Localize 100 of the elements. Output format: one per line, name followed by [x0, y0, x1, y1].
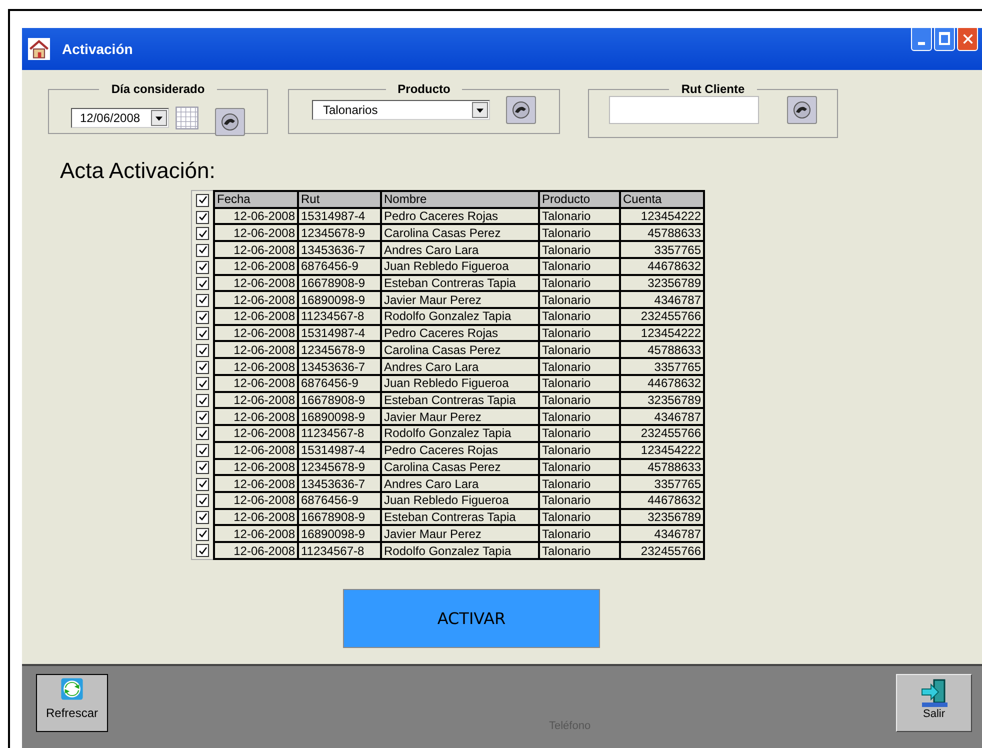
- table-cell: 13453636-7: [298, 241, 381, 258]
- table-cell: Talonario: [539, 224, 620, 242]
- calendar-icon[interactable]: [175, 106, 199, 130]
- table-cell: Talonario: [539, 542, 620, 560]
- checkbox[interactable]: [196, 478, 209, 491]
- table-cell: Carolina Casas Perez: [381, 341, 539, 358]
- table-cell: 16890098-9: [298, 408, 381, 426]
- table-cell: 45788633: [620, 224, 704, 242]
- table-cell: 11234567-8: [298, 542, 381, 560]
- refresh-icon: [60, 677, 84, 701]
- checkbox[interactable]: [196, 327, 209, 340]
- table-cell: 12-06-2008: [214, 241, 298, 258]
- column-header[interactable]: Fecha: [214, 191, 298, 208]
- table-cell: 232455766: [620, 308, 704, 325]
- table-cell: 12345678-9: [298, 341, 381, 358]
- checkbox[interactable]: [196, 410, 209, 424]
- table-cell: Talonario: [539, 341, 620, 358]
- minimize-button[interactable]: [911, 28, 932, 51]
- table-cell: Andres Caro Lara: [381, 358, 539, 375]
- column-header[interactable]: Cuenta: [620, 191, 704, 208]
- column-header[interactable]: Rut: [298, 191, 381, 208]
- table-cell: Talonario: [539, 308, 620, 325]
- table-cell: 3357765: [620, 241, 704, 258]
- section-heading: Acta Activación:: [60, 158, 216, 184]
- table-cell: 13453636-7: [298, 358, 381, 375]
- checkbox[interactable]: [196, 360, 209, 374]
- search-button[interactable]: [215, 108, 245, 136]
- group-label: Día considerado: [110, 82, 206, 96]
- table-cell: 12345678-9: [298, 224, 381, 242]
- check-mark-icon: [198, 396, 208, 406]
- check-mark-icon: [198, 228, 208, 239]
- checkbox[interactable]: [196, 227, 209, 240]
- table-cell: 16890098-9: [298, 525, 381, 542]
- table-cell: 12-06-2008: [214, 224, 298, 242]
- checkbox[interactable]: [196, 210, 209, 224]
- column-header[interactable]: Nombre: [381, 191, 539, 208]
- table-cell: Talonario: [539, 291, 620, 308]
- checkbox[interactable]: [196, 344, 209, 358]
- check-mark-icon: [198, 378, 208, 389]
- maximize-button[interactable]: [934, 28, 955, 51]
- checkbox[interactable]: [196, 460, 209, 474]
- table-cell: 3357765: [620, 358, 704, 375]
- check-mark-icon: [198, 446, 208, 456]
- table-cell: Talonario: [539, 425, 620, 442]
- house-icon: [28, 38, 50, 60]
- checkbox[interactable]: [196, 494, 209, 508]
- refresh-button[interactable]: Refrescar: [36, 674, 108, 732]
- checkbox[interactable]: [196, 510, 209, 524]
- table-cell: 4346787: [620, 525, 704, 542]
- activate-button[interactable]: ACTIVAR: [343, 589, 600, 648]
- table-cell: 45788633: [620, 341, 704, 358]
- checkbox[interactable]: [196, 277, 209, 290]
- checkbox[interactable]: [196, 194, 209, 207]
- table-cell: Javier Maur Perez: [381, 525, 539, 542]
- date-dropdown[interactable]: 12/06/2008: [71, 108, 169, 128]
- table-cell: 12-06-2008: [214, 542, 298, 560]
- search-button[interactable]: [506, 96, 536, 124]
- close-button[interactable]: [957, 28, 978, 51]
- table-cell: 16890098-9: [298, 291, 381, 308]
- text-field[interactable]: [609, 96, 759, 124]
- column-header[interactable]: Producto: [539, 191, 620, 208]
- table-cell: 12-06-2008: [214, 291, 298, 308]
- check-mark-icon: [198, 346, 208, 356]
- check-mark-icon: [198, 512, 208, 522]
- check-mark-icon: [198, 312, 208, 322]
- table-cell: 4346787: [620, 408, 704, 426]
- checkbox[interactable]: [196, 394, 209, 408]
- table-cell: Andres Caro Lara: [381, 241, 539, 258]
- check-mark-icon: [198, 212, 208, 222]
- product-dropdown[interactable]: Talonarios: [312, 100, 490, 120]
- table-cell: Javier Maur Perez: [381, 291, 539, 308]
- search-button[interactable]: [787, 96, 817, 124]
- check-mark-icon: [198, 362, 208, 372]
- table-cell: 12-06-2008: [214, 475, 298, 492]
- check-mark-icon: [198, 295, 208, 306]
- check-mark-icon: [198, 529, 208, 540]
- checkbox[interactable]: [196, 444, 209, 458]
- table-cell: Talonario: [539, 475, 620, 492]
- table-cell: 12-06-2008: [214, 341, 298, 358]
- table-cell: Rodolfo Gonzalez Tapia: [381, 308, 539, 325]
- checkbox[interactable]: [196, 544, 209, 558]
- checkbox[interactable]: [196, 528, 209, 541]
- check-mark-icon: [198, 496, 208, 506]
- checkbox[interactable]: [196, 427, 209, 440]
- exit-button[interactable]: Salir: [896, 674, 972, 732]
- table-cell: Talonario: [539, 358, 620, 375]
- checkbox[interactable]: [196, 260, 209, 274]
- checkbox[interactable]: [196, 377, 209, 390]
- table-cell: 4346787: [620, 291, 704, 308]
- window-title: Activación: [62, 41, 134, 57]
- checkbox[interactable]: [196, 310, 209, 324]
- table-cell: 232455766: [620, 542, 704, 560]
- checkbox[interactable]: [196, 244, 209, 257]
- check-mark-icon: [198, 479, 208, 490]
- check-mark-icon: [198, 278, 208, 289]
- table-cell: 11234567-8: [298, 425, 381, 442]
- checkbox[interactable]: [196, 294, 209, 307]
- check-mark-icon: [198, 195, 208, 206]
- table-cell: Talonario: [539, 408, 620, 426]
- table-cell: 12-06-2008: [214, 525, 298, 542]
